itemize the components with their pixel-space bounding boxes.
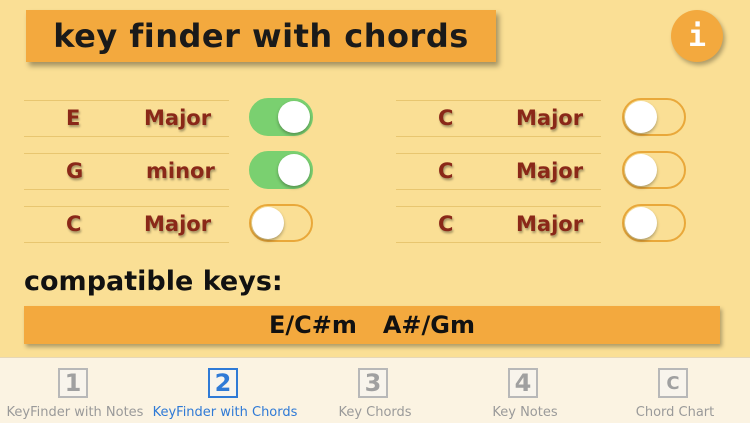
chord-row-4: C Major [396, 100, 601, 137]
number-2-icon: 2 [208, 368, 238, 398]
info-icon: i [687, 18, 707, 54]
compatible-keys-label: compatible keys: [24, 266, 283, 297]
tab-keyfinder-notes[interactable]: 1 KeyFinder with Notes [0, 358, 150, 423]
chord-mode: Major [516, 212, 584, 236]
chord-row-6: C Major [396, 206, 601, 243]
chord-note: G [66, 159, 84, 183]
chord-toggle-3[interactable] [249, 204, 313, 242]
toggle-knob [625, 154, 657, 186]
chord-note: E [66, 106, 81, 130]
chord-row-2: G minor [24, 153, 229, 190]
toggle-knob [278, 154, 310, 186]
toggle-knob [278, 101, 310, 133]
chord-toggle-5[interactable] [622, 151, 686, 189]
tab-bar: 1 KeyFinder with Notes 2 KeyFinder with … [0, 357, 750, 423]
number-3-icon: 3 [358, 368, 388, 398]
number-1-icon: 1 [58, 368, 88, 398]
compatible-key: A#/Gm [382, 311, 476, 339]
chord-note: C [438, 106, 454, 130]
toggle-knob [252, 207, 284, 239]
tab-label: KeyFinder with Chords [152, 405, 298, 420]
tab-label: KeyFinder with Notes [6, 405, 144, 420]
tab-key-chords[interactable]: 3 Key Chords [300, 358, 450, 423]
tab-label: Chord Chart [635, 405, 715, 420]
info-button[interactable]: i [671, 10, 723, 62]
tab-label: Key Chords [338, 405, 412, 420]
chord-toggle-6[interactable] [622, 204, 686, 242]
chord-mode: Major [144, 106, 212, 130]
chord-mode: Major [144, 212, 212, 236]
tab-key-notes[interactable]: 4 Key Notes [450, 358, 600, 423]
chord-note: C [438, 159, 454, 183]
tab-label: Key Notes [492, 405, 558, 420]
chord-mode: Major [516, 159, 584, 183]
toggle-knob [625, 101, 657, 133]
chord-row-5: C Major [396, 153, 601, 190]
chord-row-3: C Major [24, 206, 229, 243]
chord-toggle-1[interactable] [249, 98, 313, 136]
number-4-icon: 4 [508, 368, 538, 398]
chord-toggle-4[interactable] [622, 98, 686, 136]
chord-mode: minor [146, 159, 215, 183]
chord-row-1: E Major [24, 100, 229, 137]
page-title: key finder with chords [53, 17, 469, 55]
chord-note: C [66, 212, 82, 236]
chord-mode: Major [516, 106, 584, 130]
chord-toggle-2[interactable] [249, 151, 313, 189]
chord-note: C [438, 212, 454, 236]
letter-c-icon: C [658, 368, 688, 398]
compatible-keys-bar: E/C#m A#/Gm [24, 306, 720, 344]
tab-keyfinder-chords[interactable]: 2 KeyFinder with Chords [150, 358, 300, 423]
toggle-knob [625, 207, 657, 239]
app-title-banner: key finder with chords [26, 10, 496, 62]
tab-chord-chart[interactable]: C Chord Chart [600, 358, 750, 423]
compatible-key: E/C#m [268, 311, 357, 339]
